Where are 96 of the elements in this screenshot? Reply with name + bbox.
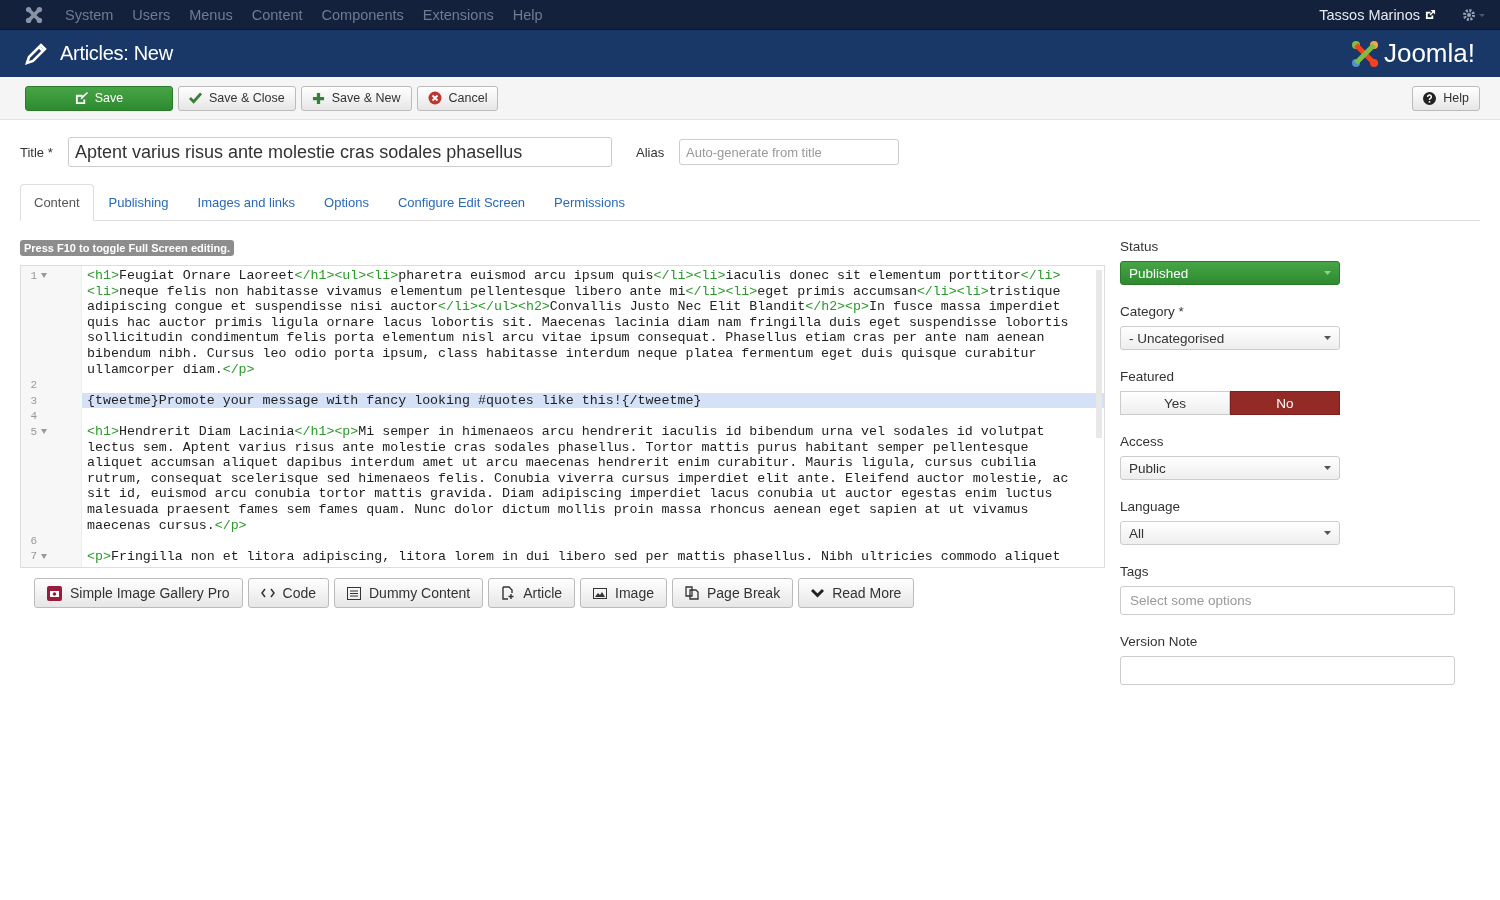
editor-button[interactable]: Page Break (671, 578, 794, 608)
toolbar-button[interactable]: Save & Close (178, 85, 296, 111)
code-line: maecenas cursus.</p> (87, 517, 248, 534)
settings-icon[interactable] (1462, 7, 1486, 22)
code-line: lectus sem. Aptent varius risus ante molestie cras sodales phasellus. Tortor mattis purus habitant semper pellentesque (87, 439, 1030, 456)
menu-item[interactable]: Extensions (422, 6, 494, 23)
document-plus-icon (501, 586, 516, 600)
code-line: quis hac auctor primis ligula ornare lacus lobortis sit. Maecenas lacinia diam nam fringilla duis eget suspendisse lobortis (87, 314, 1070, 331)
menu-item[interactable]: Components (321, 6, 404, 23)
cancel-icon (427, 91, 442, 105)
check-icon (189, 92, 202, 104)
code-line: <h1>Feugiat Ornare Laoreet</h1><ul><li>pharetra euismod arcu ipsum quis</li><li>iaculis donec sit elementum porttitor</li> (87, 268, 1062, 284)
category-label: Category * (1120, 304, 1184, 319)
line-number: 2 (30, 379, 37, 390)
featured-option[interactable]: No (1230, 391, 1340, 415)
image-icon (593, 587, 608, 599)
alias-label: Alias (636, 144, 666, 160)
code-editor[interactable] (20, 265, 1105, 568)
tags-field[interactable]: Select some options (1120, 586, 1455, 615)
line-number: 4 (30, 411, 37, 422)
external-link-icon (1425, 9, 1436, 20)
list-icon (347, 586, 361, 600)
line-number: 7 (30, 551, 37, 562)
tab[interactable]: Content (20, 184, 94, 221)
menu-item[interactable]: Help (512, 6, 543, 23)
editor-button[interactable]: Simple Image Gallery Pro (34, 578, 243, 608)
tab[interactable]: Configure Edit Screen (383, 184, 540, 221)
title-field[interactable]: Aptent varius risus ante molestie cras sodales phasellus (68, 137, 612, 167)
version-note-label: Version Note (1120, 634, 1198, 649)
tab[interactable]: Publishing (94, 184, 183, 221)
toolbar-button[interactable]: Cancel (416, 85, 499, 111)
menu-item[interactable]: Menus (189, 6, 233, 23)
user-link[interactable]: Tassos Marinos (1319, 6, 1420, 23)
category-dropdown[interactable]: - Uncategorised (1120, 326, 1340, 350)
toolbar-button[interactable]: Save & New (300, 85, 412, 111)
pencil-icon (24, 41, 48, 66)
editor-button[interactable]: Dummy Content (334, 578, 484, 608)
code-icon (260, 588, 275, 598)
edit-icon (74, 91, 88, 105)
code-line: <p>Fringilla non et litora adipiscing, litora lorem in dui libero sed per mattis phasellus. Nibh ultricies commodo aliquet (87, 548, 1062, 565)
version-note-field[interactable] (1120, 656, 1455, 685)
editor-button[interactable]: Article (488, 578, 576, 608)
status-dropdown[interactable]: Published (1120, 261, 1340, 285)
tags-label: Tags (1120, 564, 1149, 579)
editor-button[interactable]: Image (580, 578, 667, 608)
code-line: {tweetme}Promote your message with fancy looking #quotes like this!{/tweetme} (87, 392, 703, 409)
logo-mark-icon (1349, 38, 1380, 69)
editor-button[interactable]: Read More (798, 578, 915, 608)
tab[interactable]: Options (310, 184, 383, 221)
plus-icon (311, 91, 325, 105)
featured-label: Featured (1120, 369, 1175, 384)
alias-field[interactable]: Auto-generate from title (679, 139, 899, 165)
line-number: 3 (30, 395, 37, 406)
title-label: Title * (20, 144, 54, 160)
fold-arrow-icon[interactable] (41, 429, 47, 435)
line-number: 1 (30, 270, 37, 281)
toolbar-button[interactable]: Save (25, 85, 173, 111)
caret-icon (1324, 466, 1331, 470)
logo-text: Joomla! (1383, 38, 1475, 69)
menu-item[interactable]: Content (251, 6, 303, 23)
language-label: Language (1120, 499, 1181, 514)
help-button[interactable]: Help (1412, 85, 1480, 111)
featured-option[interactable]: Yes (1120, 391, 1230, 415)
caret-icon (1324, 336, 1331, 340)
code-line: <li>neque felis non habitasse vivamus elementum pellentesque libero ante mi</li><li>eget primis accumsan</li><li>tristique (87, 283, 1062, 300)
editor-button[interactable]: Code (247, 578, 329, 608)
scrollbar-thumb[interactable] (1096, 270, 1102, 438)
line-number: 5 (30, 426, 37, 437)
tab[interactable]: Images and links (183, 184, 310, 221)
help-icon (1423, 91, 1437, 105)
code-line: sollicitudin condimentum felis porta elementum nisl arcu vitae ipsum consequat. Phasellus etiam cras per ante nam aenean (87, 330, 1046, 346)
code-line: adipiscing congue et suspendisse nisi auctor</li></ul><h2>Convallis Justo Nec Elit Blandit</h2><p>In fusce massa imperdiet (87, 299, 1062, 315)
camera-icon (47, 585, 62, 601)
fold-arrow-icon[interactable] (41, 554, 47, 559)
caret-icon (1324, 271, 1331, 275)
menu-item[interactable]: Users (132, 6, 171, 23)
line-number: 6 (30, 535, 37, 546)
chevron-down-icon (811, 588, 825, 598)
status-label: Status (1120, 239, 1159, 254)
fold-arrow-icon[interactable] (41, 273, 47, 279)
copy-icon (684, 586, 699, 600)
code-line: bibendum nibh. Cursus leo odio porta ipsum, class habitasse interdum neque platea fermentum eget duis quisque curabitur (87, 345, 1038, 362)
code-line: rutrum, consequat scelerisque sed himenaeos felis. Conubia viverra cursus imperdiet elit ante. Eleifend auctor molestie, ac (87, 470, 1070, 487)
language-dropdown[interactable]: All (1120, 521, 1340, 545)
menu-item[interactable]: System (65, 6, 114, 23)
page-title: Articles: New (60, 42, 173, 65)
code-line: malesuada praesent fames sem fames quam. Nunc dolor dictum mollis proin massa rhoncus aenean eget sapien at ut vivamus (87, 501, 1030, 518)
access-dropdown[interactable]: Public (1120, 456, 1340, 480)
code-line: ullamcorper diam.</p> (87, 361, 256, 378)
code-line: sit id, euismod arcu conubia tortor mattis gravida. Diam adipiscing imperdiet lacus conubia ut auctor egestas enim luctus (87, 486, 1054, 502)
code-line: aliquet accumsan aliquet dapibus interdum amet ut arcu maecenas hendrerit enim curabitur. Mauris ligula, cursus cubilia (87, 455, 1038, 471)
tab[interactable]: Permissions (540, 184, 639, 221)
access-label: Access (1120, 434, 1164, 449)
editor-hint-badge: Press F10 to toggle Full Screen editing. (20, 240, 234, 256)
code-line: <h1>Hendrerit Diam Lacinia</h1><p>Mi semper in himenaeos arcu hendrerit iaculis id bibendum urna vel sodales id volutpat (87, 423, 1046, 440)
caret-icon (1324, 531, 1331, 535)
